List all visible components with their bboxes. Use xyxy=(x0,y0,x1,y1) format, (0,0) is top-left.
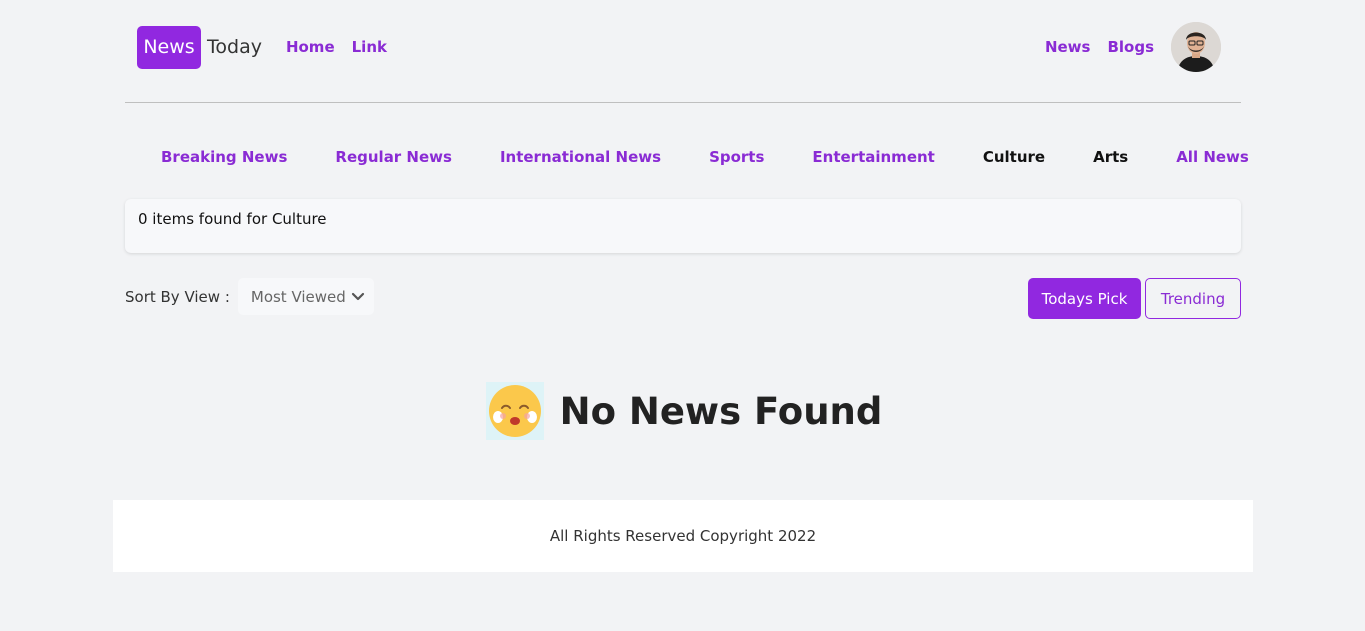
footer-text: All Rights Reserved Copyright 2022 xyxy=(549,527,817,545)
nav-link-news[interactable]: News xyxy=(1045,38,1091,56)
tab-regular-news[interactable]: Regular News xyxy=(335,148,452,166)
sort-select[interactable]: Most Viewed xyxy=(237,278,374,315)
category-tabs: Breaking News Regular News International… xyxy=(125,145,1249,169)
brand-text[interactable]: Today xyxy=(207,36,262,58)
header-divider xyxy=(125,102,1241,103)
tab-sports[interactable]: Sports xyxy=(709,148,764,166)
tab-entertainment[interactable]: Entertainment xyxy=(812,148,934,166)
tab-breaking-news[interactable]: Breaking News xyxy=(161,148,287,166)
tab-arts[interactable]: Arts xyxy=(1093,148,1128,166)
empty-title: No News Found xyxy=(559,389,883,433)
user-avatar-icon xyxy=(1171,22,1221,72)
sort-row: Sort By View : Most Viewed Todays Pick T… xyxy=(125,278,1241,320)
tab-international-news[interactable]: International News xyxy=(500,148,661,166)
brand-badge[interactable]: News xyxy=(137,25,201,69)
footer: All Rights Reserved Copyright 2022 xyxy=(113,500,1253,572)
nav-right: News Blogs xyxy=(1045,22,1221,72)
chevron-down-icon xyxy=(351,292,364,300)
filter-buttons: Todays Pick Trending xyxy=(1028,278,1241,319)
top-navbar: News Today Home Link News Blogs xyxy=(125,20,1241,74)
empty-state: No News Found xyxy=(125,380,1241,442)
avatar[interactable] xyxy=(1171,22,1221,72)
todays-pick-button[interactable]: Todays Pick xyxy=(1028,278,1141,319)
result-count-bar: 0 items found for Culture xyxy=(125,199,1241,253)
result-count-text: 0 items found for Culture xyxy=(138,210,327,228)
sort-control: Sort By View : Most Viewed xyxy=(125,278,374,315)
nav-left: Home Link xyxy=(286,38,387,56)
nav-link-home[interactable]: Home xyxy=(286,38,335,56)
brand[interactable]: News Today Home Link xyxy=(125,25,387,69)
trending-button[interactable]: Trending xyxy=(1145,278,1241,319)
nav-link-link[interactable]: Link xyxy=(352,38,387,56)
sort-label: Sort By View : xyxy=(125,287,230,306)
tab-culture[interactable]: Culture xyxy=(983,148,1045,166)
sort-selected-value: Most Viewed xyxy=(250,287,346,306)
nav-link-blogs[interactable]: Blogs xyxy=(1107,38,1154,56)
crying-face-icon xyxy=(485,382,544,440)
tab-all-news[interactable]: All News xyxy=(1176,148,1249,166)
